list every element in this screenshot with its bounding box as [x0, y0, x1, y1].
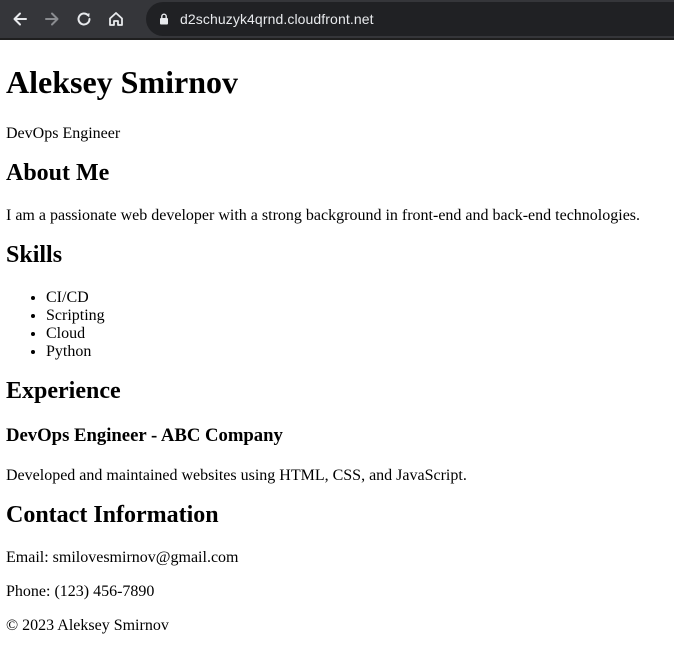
copyright-footer: © 2023 Aleksey Smirnov	[6, 617, 169, 634]
job-description: Developed and maintained websites using …	[6, 467, 467, 484]
contact-phone: Phone: (123) 456-7890	[6, 583, 155, 600]
back-button[interactable]	[8, 7, 32, 31]
skills-list: CI/CD Scripting Cloud Python	[6, 289, 672, 361]
job-title: DevOps Engineer - ABC Company	[6, 425, 283, 446]
browser-toolbar: d2schuzyk4qrnd.cloudfront.net	[0, 0, 674, 40]
list-item: CI/CD	[46, 289, 672, 307]
arrow-right-icon	[43, 10, 61, 28]
experience-heading: Experience	[6, 378, 121, 404]
reload-button[interactable]	[72, 7, 96, 31]
lock-icon	[158, 13, 170, 25]
list-item: Scripting	[46, 307, 672, 325]
list-item: Python	[46, 343, 672, 361]
about-text: I am a passionate web developer with a s…	[6, 207, 641, 224]
page-title: Aleksey Smirnov	[6, 64, 238, 100]
contact-email: Email: smilovesmirnov@gmail.com	[6, 549, 239, 566]
job-subtitle: DevOps Engineer	[6, 125, 121, 142]
skills-heading: Skills	[6, 242, 63, 268]
address-bar[interactable]: d2schuzyk4qrnd.cloudfront.net	[146, 2, 674, 36]
home-button[interactable]	[104, 7, 128, 31]
arrow-left-icon	[11, 10, 29, 28]
list-item: Cloud	[46, 325, 672, 343]
forward-button[interactable]	[40, 7, 64, 31]
url-text: d2schuzyk4qrnd.cloudfront.net	[180, 11, 374, 27]
page-content: Aleksey Smirnov DevOps Engineer About Me…	[6, 42, 672, 635]
contact-heading: Contact Information	[6, 502, 219, 528]
about-heading: About Me	[6, 160, 110, 186]
home-icon	[107, 10, 125, 28]
reload-icon	[75, 10, 93, 28]
